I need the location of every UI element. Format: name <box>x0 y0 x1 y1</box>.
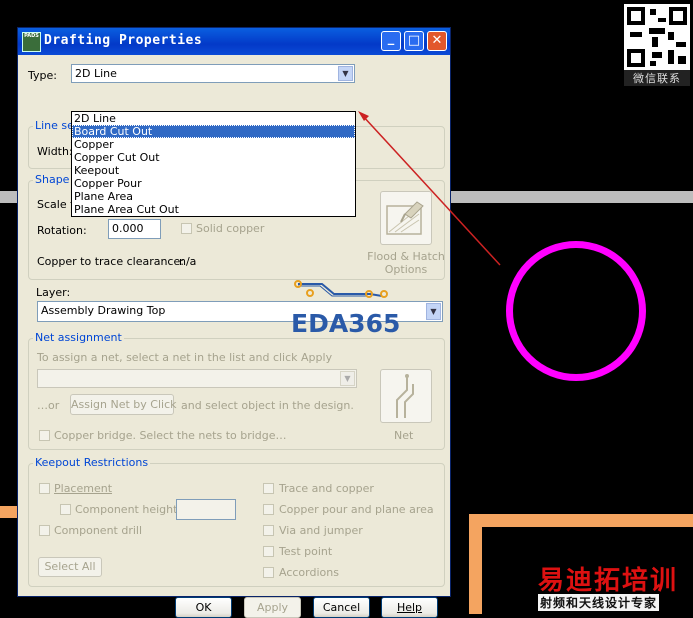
annotation-arrow <box>358 111 501 266</box>
brand-watermark: 易迪拓培训 <box>538 566 679 596</box>
brand-subtitle-watermark: 射频和天线设计专家 <box>538 594 660 611</box>
